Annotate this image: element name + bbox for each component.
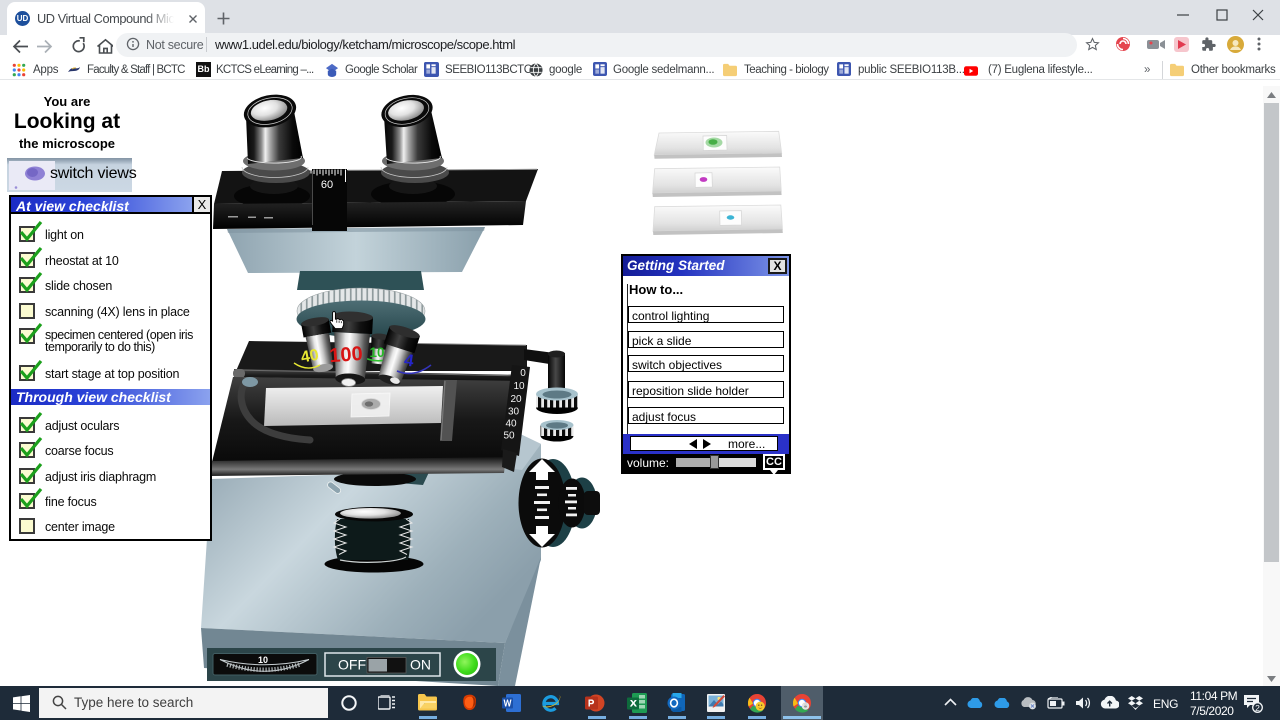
svg-text:10: 10 bbox=[258, 655, 268, 665]
svg-text:20: 20 bbox=[510, 394, 522, 405]
svg-text:30: 30 bbox=[508, 407, 520, 418]
svg-text:ON: ON bbox=[410, 657, 431, 673]
svg-text:10: 10 bbox=[369, 345, 384, 360]
svg-text:OFF: OFF bbox=[338, 657, 366, 673]
svg-text:100: 100 bbox=[329, 343, 364, 367]
svg-text:40: 40 bbox=[505, 419, 517, 430]
svg-text:10: 10 bbox=[513, 381, 525, 392]
svg-text:40: 40 bbox=[300, 347, 321, 367]
svg-text:2: 2 bbox=[1255, 703, 1260, 713]
svg-text:60: 60 bbox=[321, 179, 333, 191]
svg-text:50: 50 bbox=[503, 431, 515, 442]
svg-text:0: 0 bbox=[520, 368, 526, 379]
